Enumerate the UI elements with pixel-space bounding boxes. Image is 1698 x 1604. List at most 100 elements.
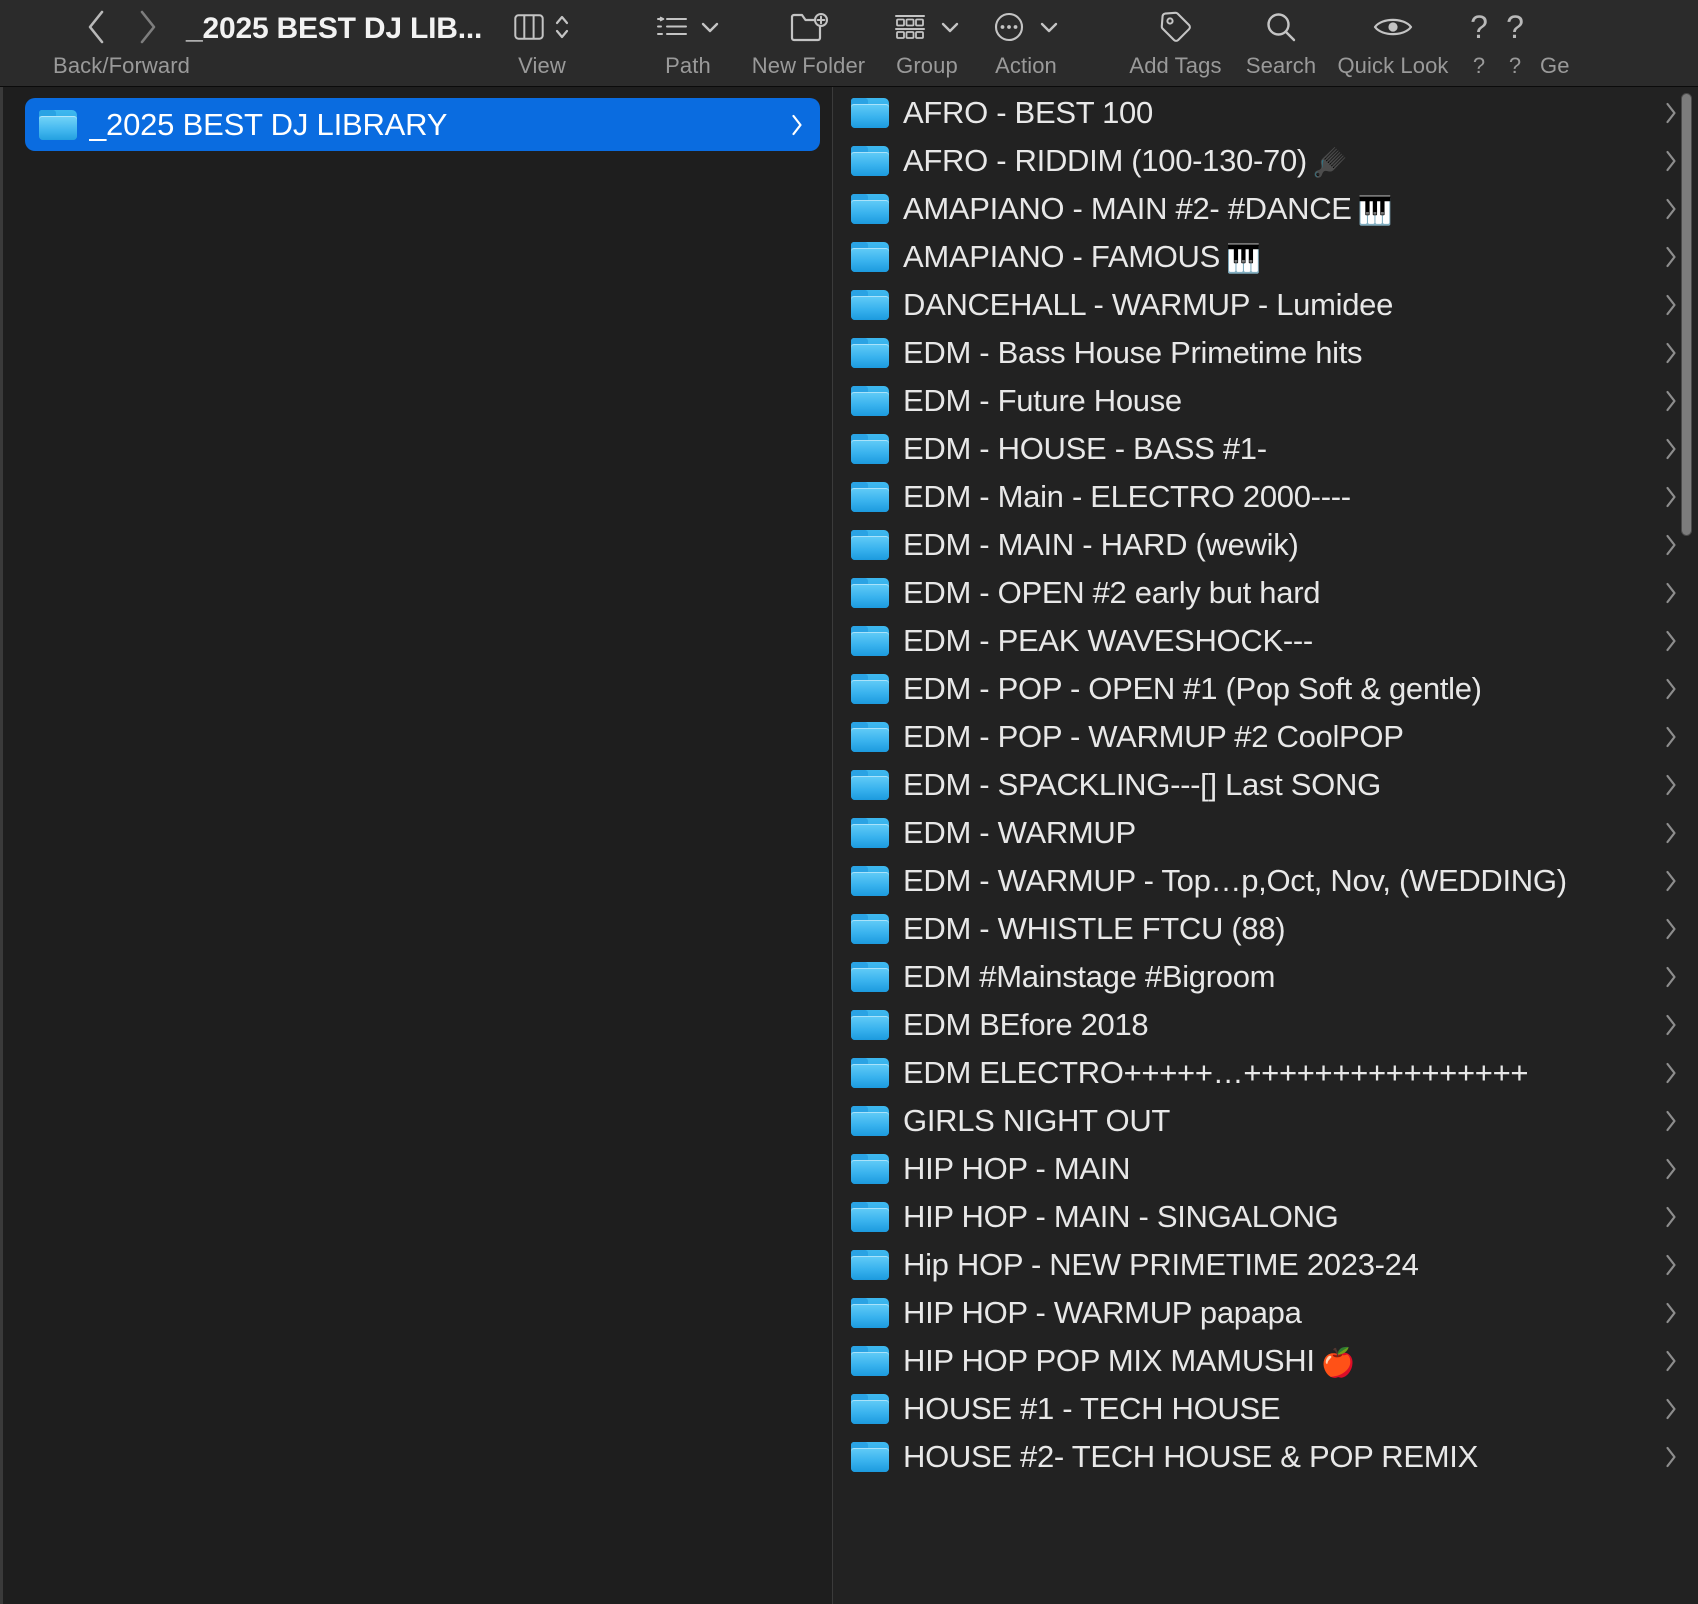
disclosure-chevron-icon[interactable] — [1664, 677, 1678, 701]
eye-icon[interactable] — [1373, 14, 1413, 40]
disclosure-chevron-icon[interactable] — [1664, 725, 1678, 749]
column-item[interactable]: AMAPIANO - FAMOUS 🎹 — [833, 233, 1698, 281]
disclosure-chevron-icon[interactable] — [1664, 1445, 1678, 1469]
disclosure-chevron-icon[interactable] — [1664, 341, 1678, 365]
toolbar-label-path: Path — [665, 53, 711, 78]
column-view-icon[interactable] — [514, 14, 544, 40]
ellipsis-circle-icon[interactable] — [993, 11, 1025, 43]
disclosure-chevron-icon[interactable] — [1664, 1061, 1678, 1085]
disclosure-chevron-icon[interactable] — [1664, 1013, 1678, 1037]
disclosure-chevron-icon[interactable] — [1664, 821, 1678, 845]
toolbar-item-back-forward[interactable]: Back/Forward — [34, 0, 209, 87]
disclosure-chevron-icon[interactable] — [1664, 293, 1678, 317]
column-level-1[interactable]: _2025 BEST DJ LIBRARY — [0, 87, 833, 1604]
disclosure-chevron-icon[interactable] — [1664, 437, 1678, 461]
disclosure-chevron-icon[interactable] — [1664, 629, 1678, 653]
toolbar-item-view[interactable]: View — [486, 0, 598, 87]
column-item[interactable]: EDM - Main - ELECTRO 2000---- — [833, 473, 1698, 521]
column-item-label: HIP HOP - MAIN — [903, 1151, 1131, 1186]
disclosure-chevron-icon[interactable] — [1664, 245, 1678, 269]
disclosure-chevron-icon[interactable] — [1664, 869, 1678, 893]
toolbar-item-path[interactable]: Path — [632, 0, 744, 87]
chevron-left-icon[interactable] — [85, 9, 107, 45]
disclosure-chevron-icon[interactable] — [1664, 389, 1678, 413]
folder-icon — [851, 1298, 889, 1328]
toolbar-item-get-info[interactable]: Ge — [1540, 0, 1600, 87]
column-item[interactable]: Hip HOP - NEW PRIMETIME 2023-24 — [833, 1241, 1698, 1289]
column-item[interactable]: HOUSE #1 - TECH HOUSE — [833, 1385, 1698, 1433]
disclosure-chevron-icon[interactable] — [1664, 773, 1678, 797]
column-item[interactable]: HIP HOP POP MIX MAMUSHI 🍎 — [833, 1337, 1698, 1385]
column-item[interactable]: AFRO - RIDDIM (100-130-70) 🪮 — [833, 137, 1698, 185]
disclosure-chevron-icon[interactable] — [1664, 197, 1678, 221]
toolbar-label-view: View — [518, 53, 566, 78]
chevron-right-icon[interactable] — [137, 9, 159, 45]
column-item-label: HOUSE #2- TECH HOUSE & POP REMIX — [903, 1439, 1478, 1474]
column-item[interactable]: EDM - PEAK WAVESHOCK--- — [833, 617, 1698, 665]
column-item-label: AMAPIANO - MAIN #2- #DANCE 🎹 — [903, 191, 1393, 226]
toolbar-label-unknown-2: ? — [1508, 53, 1522, 78]
disclosure-chevron-icon[interactable] — [790, 113, 804, 137]
column-item-label: AFRO - RIDDIM (100-130-70) 🪮 — [903, 143, 1348, 178]
disclosure-chevron-icon[interactable] — [1664, 1397, 1678, 1421]
column-item[interactable]: EDM - Bass House Primetime hits — [833, 329, 1698, 377]
disclosure-chevron-icon[interactable] — [1664, 965, 1678, 989]
column-level-2[interactable]: AFRO - BEST 100 AFRO - RIDDIM (100-130-70… — [833, 87, 1698, 1604]
chevron-down-icon[interactable] — [940, 20, 960, 34]
disclosure-chevron-icon[interactable] — [1664, 1253, 1678, 1277]
new-folder-icon[interactable] — [790, 12, 828, 42]
column-item[interactable]: EDM - OPEN #2 early but hard — [833, 569, 1698, 617]
column-item[interactable]: AFRO - BEST 100 — [833, 89, 1698, 137]
disclosure-chevron-icon[interactable] — [1664, 101, 1678, 125]
column-item[interactable]: DANCEHALL - WARMUP - Lumidee — [833, 281, 1698, 329]
path-list-icon[interactable] — [656, 14, 688, 40]
column-item-label: EDM - POP - OPEN #1 (Pop Soft & gentle) — [903, 671, 1482, 706]
disclosure-chevron-icon[interactable] — [1664, 581, 1678, 605]
column-item[interactable]: EDM - WARMUP — [833, 809, 1698, 857]
chevron-down-icon[interactable] — [1039, 20, 1059, 34]
question-mark-icon[interactable]: ? — [1470, 11, 1488, 43]
group-grid-icon[interactable] — [894, 13, 926, 41]
column-item[interactable]: EDM - POP - WARMUP #2 CoolPOP — [833, 713, 1698, 761]
column-item[interactable]: EDM - SPACKLING---[] Last SONG — [833, 761, 1698, 809]
column-item[interactable]: EDM ELECTRO+++++…++++++++++++++++ — [833, 1049, 1698, 1097]
disclosure-chevron-icon[interactable] — [1664, 917, 1678, 941]
disclosure-chevron-icon[interactable] — [1664, 1349, 1678, 1373]
column-item[interactable]: EDM - POP - OPEN #1 (Pop Soft & gentle) — [833, 665, 1698, 713]
column-item[interactable]: EDM - MAIN - HARD (wewik) — [833, 521, 1698, 569]
disclosure-chevron-icon[interactable] — [1664, 1109, 1678, 1133]
column-item[interactable]: HIP HOP - WARMUP papapa — [833, 1289, 1698, 1337]
disclosure-chevron-icon[interactable] — [1664, 533, 1678, 557]
column-item[interactable]: EDM #Mainstage #Bigroom — [833, 953, 1698, 1001]
toolbar-item-unknown-2[interactable]: ? ? — [1491, 0, 1539, 87]
column-item[interactable]: AMAPIANO - MAIN #2- #DANCE 🎹 — [833, 185, 1698, 233]
question-mark-icon[interactable]: ? — [1506, 11, 1524, 43]
column-item[interactable]: EDM - HOUSE - BASS #1- — [833, 425, 1698, 473]
column-item[interactable]: EDM - WHISTLE FTCU (88) — [833, 905, 1698, 953]
search-icon[interactable] — [1265, 11, 1297, 43]
toolbar-item-action[interactable]: Action — [965, 0, 1087, 87]
disclosure-chevron-icon[interactable] — [1664, 485, 1678, 509]
column-item-label: EDM ELECTRO+++++…++++++++++++++++ — [903, 1055, 1529, 1090]
tag-icon[interactable] — [1159, 10, 1193, 44]
column-item[interactable]: HIP HOP - MAIN - SINGALONG — [833, 1193, 1698, 1241]
toolbar-item-quick-look[interactable]: Quick Look — [1312, 0, 1474, 87]
toolbar-item-new-folder[interactable]: New Folder — [736, 0, 881, 87]
disclosure-chevron-icon[interactable] — [1664, 1205, 1678, 1229]
disclosure-chevron-icon[interactable] — [1664, 1157, 1678, 1181]
disclosure-chevron-icon[interactable] — [1664, 1301, 1678, 1325]
column-item[interactable]: EDM - Future House — [833, 377, 1698, 425]
column-item-label: EDM - OPEN #2 early but hard — [903, 575, 1321, 610]
chevron-down-icon[interactable] — [700, 20, 720, 34]
column-item[interactable]: GIRLS NIGHT OUT — [833, 1097, 1698, 1145]
disclosure-chevron-icon[interactable] — [1664, 149, 1678, 173]
column-item[interactable]: EDM - WARMUP - Top…p,Oct, Nov, (WEDDING) — [833, 857, 1698, 905]
folder-icon — [851, 482, 889, 512]
folder-icon — [851, 722, 889, 752]
chevron-updown-icon[interactable] — [554, 12, 570, 42]
toolbar-item-add-tags[interactable]: Add Tags — [1108, 0, 1243, 87]
column-item[interactable]: HOUSE #2- TECH HOUSE & POP REMIX — [833, 1433, 1698, 1481]
column-item-selected[interactable]: _2025 BEST DJ LIBRARY — [25, 98, 820, 151]
column-item[interactable]: HIP HOP - MAIN — [833, 1145, 1698, 1193]
column-item[interactable]: EDM BEfore 2018 — [833, 1001, 1698, 1049]
